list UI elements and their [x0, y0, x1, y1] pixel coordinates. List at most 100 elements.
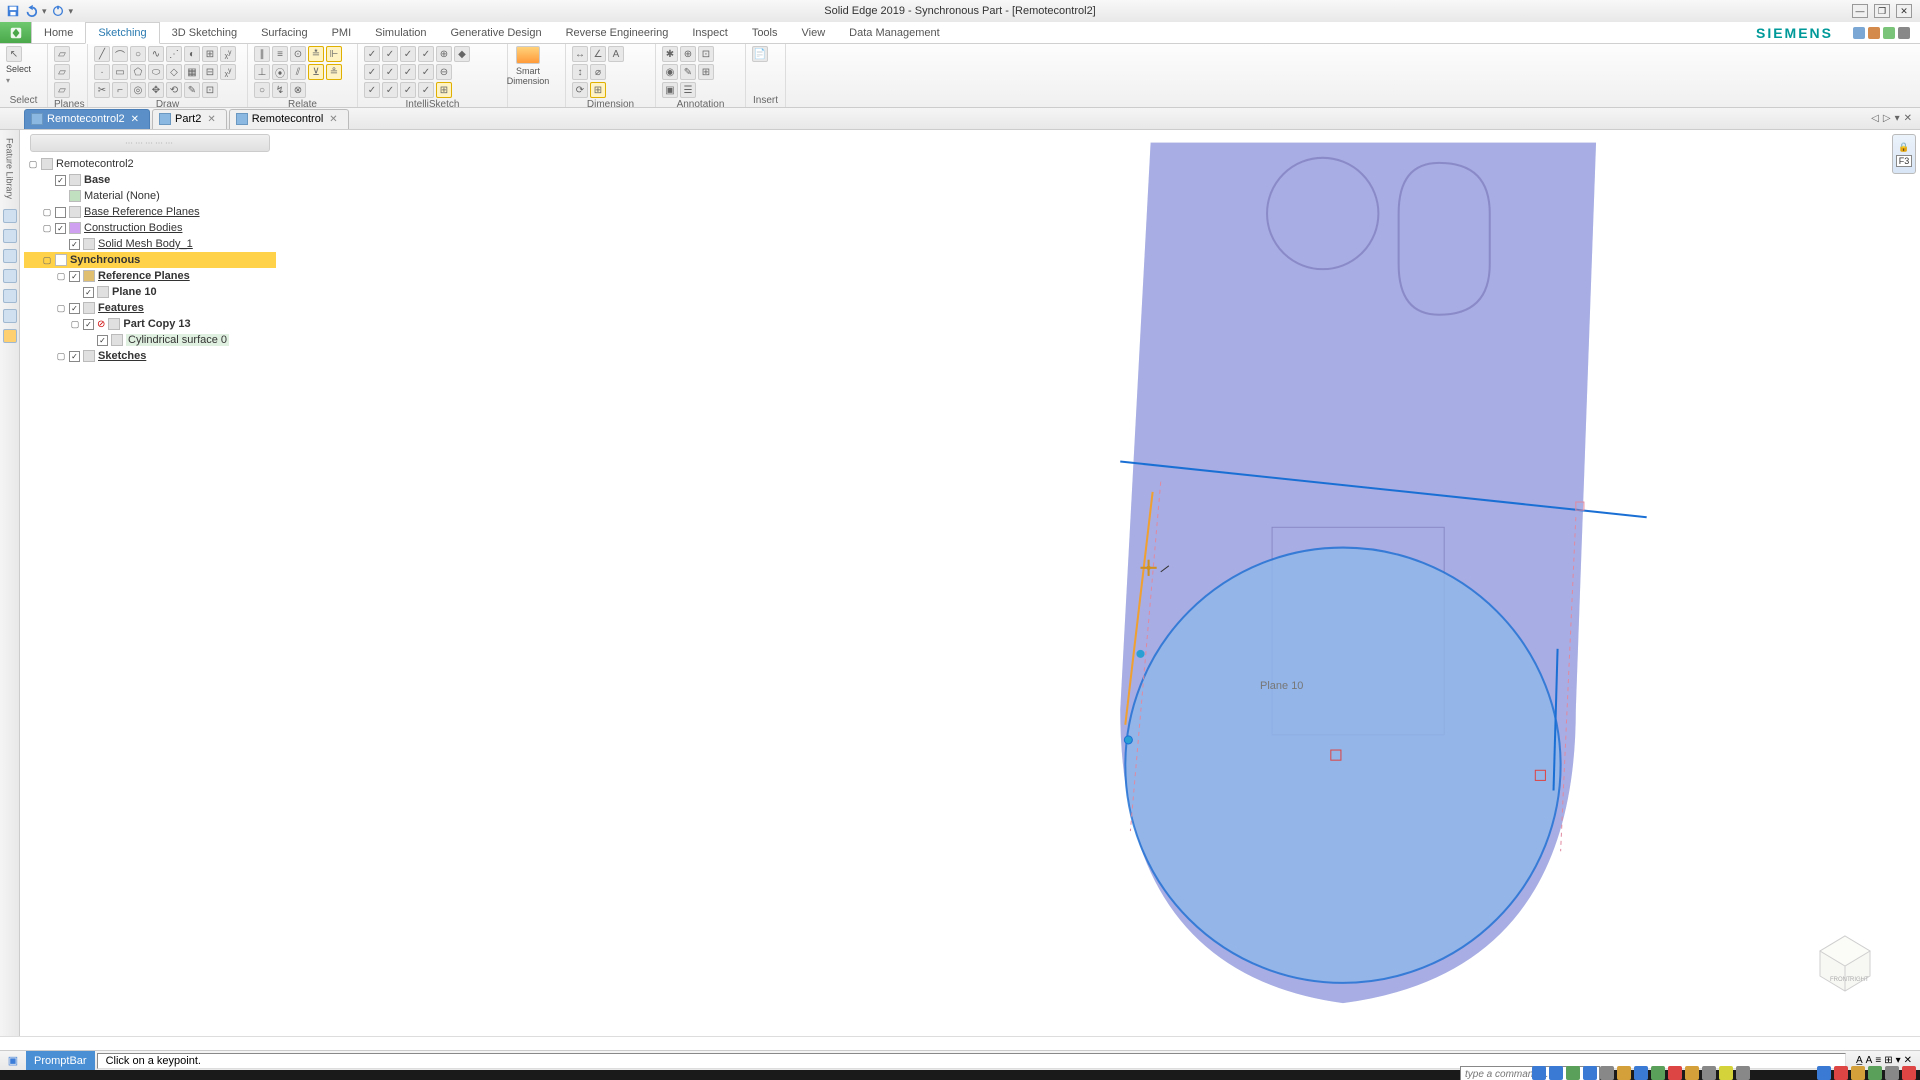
- tab-inspect[interactable]: Inspect: [680, 22, 739, 43]
- view-cube[interactable]: FRONT RIGHT: [1810, 926, 1880, 996]
- tray-icon[interactable]: [1868, 1066, 1882, 1080]
- rel2-icon[interactable]: ⊥: [254, 64, 270, 80]
- is7-icon[interactable]: ✓: [400, 46, 416, 62]
- tree-features[interactable]: ▢✓Features: [24, 300, 276, 316]
- tab-generative-design[interactable]: Generative Design: [439, 22, 554, 43]
- task-icon[interactable]: [1685, 1066, 1699, 1080]
- doc-nav-list-icon[interactable]: ▾: [1895, 113, 1900, 124]
- tab-home[interactable]: Home: [32, 22, 85, 43]
- lock-plane-button[interactable]: 🔒 F3: [1892, 134, 1916, 174]
- status-tool4-icon[interactable]: ⊞: [1884, 1055, 1892, 1066]
- status-tool5-icon[interactable]: ▾: [1896, 1055, 1901, 1066]
- rel1-icon[interactable]: ∥: [254, 46, 270, 62]
- doc-tab-part2[interactable]: Part2 ✕: [152, 109, 227, 129]
- tray-icon[interactable]: [1885, 1066, 1899, 1080]
- tree-construction-bodies[interactable]: ▢✓Construction Bodies: [24, 220, 276, 236]
- panel-drag-handle[interactable]: [30, 134, 270, 152]
- tree-base-ref-planes[interactable]: ▢Base Reference Planes: [24, 204, 276, 220]
- rel9-icon[interactable]: ⊗: [290, 82, 306, 98]
- is2-icon[interactable]: ✓: [364, 64, 380, 80]
- rel13-icon[interactable]: ≗: [326, 64, 342, 80]
- draw11-icon[interactable]: ⊞: [202, 46, 218, 62]
- status-tool3-icon[interactable]: ≡: [1875, 1055, 1881, 1066]
- tab-reverse-engineering[interactable]: Reverse Engineering: [554, 22, 681, 43]
- dim4-icon[interactable]: ∠: [590, 46, 606, 62]
- xy-icon[interactable]: ᵪʸ: [220, 46, 236, 62]
- line-icon[interactable]: ╱: [94, 46, 110, 62]
- tree-part-copy[interactable]: ▢✓⊘Part Copy 13: [24, 316, 276, 332]
- task-icon[interactable]: [1549, 1066, 1563, 1080]
- plane3-icon[interactable]: ▱: [54, 82, 70, 98]
- tree-solid-mesh[interactable]: ✓Solid Mesh Body_1: [24, 236, 276, 252]
- task-icon[interactable]: [1566, 1066, 1580, 1080]
- side-tool2-icon[interactable]: [3, 229, 17, 243]
- circle-icon[interactable]: ○: [130, 46, 146, 62]
- draw8-icon[interactable]: ◐: [184, 46, 200, 62]
- draw13-icon[interactable]: ⊡: [202, 82, 218, 98]
- is6-icon[interactable]: ✓: [382, 82, 398, 98]
- save-icon[interactable]: [6, 4, 20, 18]
- is15-icon[interactable]: ⊞: [436, 82, 452, 98]
- qat-more-icon[interactable]: ▾: [69, 6, 74, 17]
- draw10-icon[interactable]: ✎: [184, 82, 200, 98]
- tab-3d-sketching[interactable]: 3D Sketching: [160, 22, 249, 43]
- tray-icon[interactable]: [1817, 1066, 1831, 1080]
- is10-icon[interactable]: ✓: [418, 46, 434, 62]
- qat-dropdown-icon[interactable]: ▾: [42, 6, 47, 17]
- ann7-icon[interactable]: ⊡: [698, 46, 714, 62]
- doc-nav-close-icon[interactable]: ✕: [1904, 113, 1912, 124]
- redo-icon[interactable]: [51, 4, 65, 18]
- task-icon[interactable]: [1668, 1066, 1682, 1080]
- is16-icon[interactable]: ◆: [454, 46, 470, 62]
- tree-plane10[interactable]: ✓Plane 10: [24, 284, 276, 300]
- is4-icon[interactable]: ✓: [382, 46, 398, 62]
- rel12-icon[interactable]: ⊩: [326, 46, 342, 62]
- side-tool6-icon[interactable]: [3, 309, 17, 323]
- is8-icon[interactable]: ✓: [400, 64, 416, 80]
- tab-tools[interactable]: Tools: [740, 22, 790, 43]
- doc-nav-prev-icon[interactable]: ◁: [1871, 113, 1879, 124]
- side-tool4-icon[interactable]: [3, 269, 17, 283]
- plane2-icon[interactable]: ▱: [54, 64, 70, 80]
- tree-root[interactable]: ▢Remotecontrol2: [24, 156, 276, 172]
- is1-icon[interactable]: ✓: [364, 46, 380, 62]
- smart-dimension-button[interactable]: SmartDimension: [514, 46, 542, 86]
- select-tool-icon[interactable]: ↖: [6, 46, 22, 62]
- rect-icon[interactable]: ▭: [112, 64, 128, 80]
- draw9-icon[interactable]: ▦: [184, 64, 200, 80]
- doc-tab-remotecontrol[interactable]: Remotecontrol ✕: [229, 109, 349, 129]
- task-icon[interactable]: [1736, 1066, 1750, 1080]
- side-tool5-icon[interactable]: [3, 289, 17, 303]
- view-mode-icons[interactable]: [1853, 22, 1920, 43]
- rel8-icon[interactable]: ⫽: [290, 64, 306, 80]
- ann5-icon[interactable]: ✎: [680, 64, 696, 80]
- point-icon[interactable]: ·: [94, 64, 110, 80]
- dim7-icon[interactable]: A: [608, 46, 624, 62]
- trim-icon[interactable]: ✂: [94, 82, 110, 98]
- curve-icon[interactable]: ∿: [148, 46, 164, 62]
- poly-icon[interactable]: ⬠: [130, 64, 146, 80]
- is3-icon[interactable]: ✓: [364, 82, 380, 98]
- task-icon[interactable]: [1719, 1066, 1733, 1080]
- rel7-icon[interactable]: ⊙: [290, 46, 306, 62]
- ann4-icon[interactable]: ⊕: [680, 46, 696, 62]
- ann1-icon[interactable]: ✱: [662, 46, 678, 62]
- dim6-icon[interactable]: ⊞: [590, 82, 606, 98]
- xy2-icon[interactable]: ᵪʸ: [220, 64, 236, 80]
- dim3-icon[interactable]: ⟳: [572, 82, 588, 98]
- insert-icon[interactable]: 📄: [752, 46, 768, 62]
- side-tool1-icon[interactable]: [3, 209, 17, 223]
- ann3-icon[interactable]: ▣: [662, 82, 678, 98]
- is9-icon[interactable]: ✓: [400, 82, 416, 98]
- status-tool2-icon[interactable]: A: [1866, 1055, 1873, 1066]
- rel11-icon[interactable]: ⊻: [308, 64, 324, 80]
- status-tool1-icon[interactable]: A̲: [1856, 1055, 1863, 1066]
- is12-icon[interactable]: ✓: [418, 82, 434, 98]
- tab-sketching[interactable]: Sketching: [85, 22, 159, 44]
- tab-surfacing[interactable]: Surfacing: [249, 22, 319, 43]
- is5-icon[interactable]: ✓: [382, 64, 398, 80]
- tree-reference-planes[interactable]: ▢✓Reference Planes: [24, 268, 276, 284]
- task-icon[interactable]: [1651, 1066, 1665, 1080]
- rel5-icon[interactable]: ⦿: [272, 64, 288, 80]
- task-icon[interactable]: [1702, 1066, 1716, 1080]
